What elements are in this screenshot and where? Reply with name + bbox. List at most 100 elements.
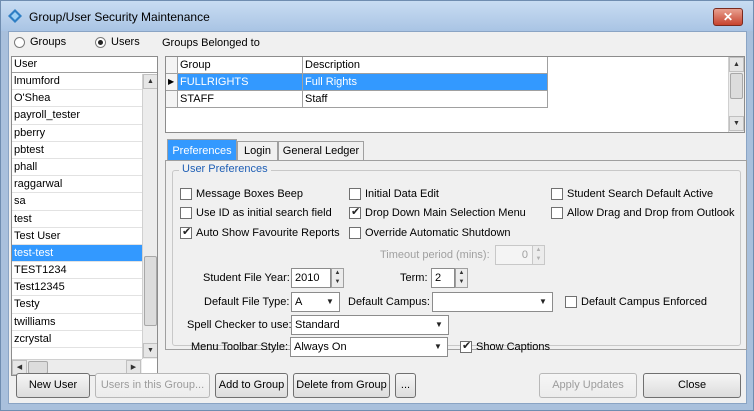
auto-show-fav-checkbox[interactable] — [180, 225, 192, 239]
drag-drop-outlook-checkbox[interactable] — [551, 207, 563, 219]
grid-row-pointer-icon: ▶ — [166, 74, 178, 91]
new-user-button[interactable]: New User — [16, 373, 90, 398]
timeout-spinner: ▲ ▼ — [532, 245, 545, 265]
default-file-type-label: Default File Type: — [204, 296, 290, 308]
drop-down-menu-label[interactable]: Drop Down Main Selection Menu — [365, 206, 526, 220]
chevron-down-icon[interactable]: ▼ — [430, 339, 446, 355]
show-captions-label[interactable]: Show Captions — [476, 340, 550, 354]
spin-up-icon[interactable]: ▲ — [456, 269, 467, 278]
menu-toolbar-label: Menu Toolbar Style: — [191, 341, 289, 353]
spin-down-icon[interactable]: ▼ — [332, 278, 343, 287]
grid-vertical-scrollbar[interactable]: ▲ ▼ — [728, 57, 744, 132]
apply-updates-button[interactable]: Apply Updates — [539, 373, 637, 398]
term-input[interactable]: 2 — [431, 268, 455, 288]
spell-checker-dropdown[interactable]: Standard ▼ — [291, 315, 449, 335]
add-to-group-button[interactable]: Add to Group — [215, 373, 288, 398]
student-file-year-label: Student File Year: — [203, 272, 290, 284]
grid-scroll-up-icon[interactable]: ▲ — [729, 57, 744, 72]
list-item[interactable]: test-test — [12, 244, 142, 263]
default-file-type-dropdown[interactable]: A ▼ — [291, 292, 340, 312]
spin-up-icon[interactable]: ▲ — [332, 269, 343, 278]
term-spinner[interactable]: ▲ ▼ — [455, 268, 468, 288]
delete-from-group-button[interactable]: Delete from Group — [293, 373, 390, 398]
initial-data-edit-label[interactable]: Initial Data Edit — [365, 187, 439, 201]
list-item[interactable]: TEST1234 — [12, 262, 142, 280]
more-options-button[interactable]: ... — [395, 373, 416, 398]
list-item[interactable]: Testy — [12, 296, 142, 314]
tab-general-ledger[interactable]: General Ledger — [278, 141, 364, 161]
spell-checker-value: Standard — [295, 319, 340, 331]
grid-scroll-thumb[interactable] — [730, 73, 743, 99]
grid-header-group[interactable]: Group — [178, 57, 303, 74]
term-value: 2 — [435, 272, 442, 284]
users-in-group-button[interactable]: Users in this Group... — [95, 373, 210, 398]
list-item[interactable]: Test12345 — [12, 279, 142, 297]
list-item[interactable]: phall — [12, 159, 142, 177]
list-item[interactable]: test — [12, 211, 142, 228]
student-file-year-value: 2010 — [295, 272, 320, 284]
spin-down-icon[interactable]: ▼ — [456, 278, 467, 287]
users-list[interactable]: User lmumford O'Shea payroll_tester pberry p… — [11, 56, 158, 376]
scroll-up-icon[interactable]: ▲ — [143, 74, 157, 89]
drag-drop-outlook-label[interactable]: Allow Drag and Drop from Outlook — [567, 206, 735, 220]
year-spinner[interactable]: ▲ ▼ — [331, 268, 344, 288]
users-radio[interactable] — [95, 37, 106, 48]
use-id-search-checkbox[interactable] — [180, 207, 192, 219]
chevron-down-icon[interactable]: ▼ — [322, 294, 338, 310]
auto-show-fav-label[interactable]: Auto Show Favourite Reports — [196, 226, 340, 240]
list-item[interactable]: zcrystal — [12, 331, 142, 348]
menu-toolbar-value: Always On — [294, 341, 347, 353]
list-item[interactable]: sa — [12, 193, 142, 211]
student-file-year-input[interactable]: 2010 — [291, 268, 331, 288]
user-preferences-group: User Preferences Message Boxes Beep Use … — [172, 163, 741, 346]
grid-scroll-down-icon[interactable]: ▼ — [729, 116, 744, 131]
chevron-down-icon[interactable]: ▼ — [535, 294, 551, 310]
default-campus-enforced-checkbox[interactable] — [565, 296, 577, 308]
list-item[interactable]: pberry — [12, 125, 142, 142]
spell-checker-label: Spell Checker to use: — [187, 319, 292, 331]
tab-preferences[interactable]: Preferences — [167, 139, 237, 161]
use-id-search-label[interactable]: Use ID as initial search field — [196, 206, 332, 220]
app-diamond-icon — [8, 9, 22, 23]
spin-up-icon: ▲ — [535, 247, 542, 253]
title-bar[interactable]: Group/User Security Maintenance ✕ — [1, 1, 753, 31]
close-button[interactable]: Close — [643, 373, 741, 398]
student-search-active-label[interactable]: Student Search Default Active — [567, 187, 713, 201]
groups-radio-label[interactable]: Groups — [30, 35, 66, 49]
term-label: Term: — [400, 272, 428, 284]
override-shutdown-checkbox[interactable] — [349, 227, 361, 239]
menu-toolbar-dropdown[interactable]: Always On ▼ — [290, 337, 448, 357]
message-boxes-beep-label[interactable]: Message Boxes Beep — [196, 187, 303, 201]
list-item[interactable]: lmumford — [12, 73, 142, 91]
list-item[interactable]: raggarwal — [12, 176, 142, 194]
users-list-header[interactable]: User — [12, 57, 157, 73]
initial-data-edit-checkbox[interactable] — [349, 188, 361, 200]
scroll-down-icon[interactable]: ▼ — [143, 343, 157, 358]
student-search-active-checkbox[interactable] — [551, 188, 563, 200]
list-item[interactable]: payroll_tester — [12, 107, 142, 125]
app-window: Group/User Security Maintenance ✕ Groups… — [0, 0, 754, 411]
grid-cell-description[interactable]: Staff — [303, 91, 548, 108]
scroll-thumb[interactable] — [144, 256, 157, 326]
show-captions-checkbox[interactable] — [460, 339, 472, 353]
grid-cell-description[interactable]: Full Rights — [303, 74, 548, 91]
list-item[interactable]: pbtest — [12, 142, 142, 159]
tab-login[interactable]: Login — [237, 141, 278, 161]
message-boxes-beep-checkbox[interactable] — [180, 188, 192, 200]
window-close-button[interactable]: ✕ — [713, 8, 743, 26]
groups-radio[interactable] — [14, 37, 25, 48]
list-item[interactable]: twilliams — [12, 314, 142, 331]
chevron-down-icon[interactable]: ▼ — [431, 317, 447, 333]
list-item[interactable]: Test User — [12, 228, 142, 245]
users-vertical-scrollbar[interactable]: ▲ ▼ — [142, 74, 157, 359]
groups-grid[interactable]: Group Description ▶ FULLRIGHTS Full Righ… — [165, 56, 745, 133]
grid-cell-group[interactable]: STAFF — [178, 91, 303, 108]
override-shutdown-label[interactable]: Override Automatic Shutdown — [365, 226, 511, 240]
grid-cell-group[interactable]: FULLRIGHTS — [178, 74, 303, 91]
grid-header-description[interactable]: Description — [303, 57, 548, 74]
default-campus-enforced-label[interactable]: Default Campus Enforced — [581, 295, 707, 309]
list-item[interactable]: O'Shea — [12, 90, 142, 108]
drop-down-menu-checkbox[interactable] — [349, 205, 361, 219]
users-radio-label[interactable]: Users — [111, 35, 140, 49]
default-campus-dropdown[interactable]: ▼ — [432, 292, 553, 312]
